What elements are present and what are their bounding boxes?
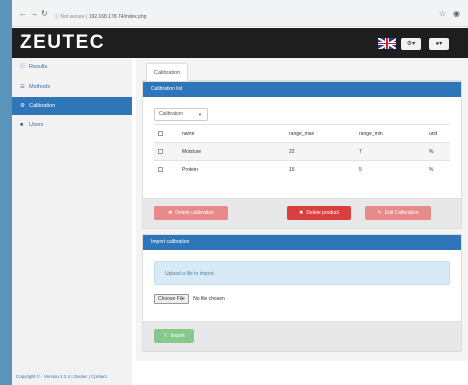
circle-info-icon: ⓘ	[20, 64, 26, 70]
gear-icon: ⚙	[20, 103, 25, 109]
forward-arrow-icon[interactable]: →	[30, 9, 38, 18]
back-arrow-icon[interactable]: ←	[19, 9, 27, 18]
button-label: Delete product	[306, 210, 339, 216]
choose-file-button[interactable]: Choose File	[154, 294, 189, 304]
caret-icon: ▾	[412, 41, 416, 47]
app-navbar: ZEUTEC ⚙▾ ●▾	[12, 28, 468, 58]
browser-window: ← → ↻ ⓘ Not secure | 192.168.178.74/inde…	[12, 0, 468, 385]
sidebar-item-label: Users	[29, 122, 44, 128]
sidebar-item-results[interactable]: ⓘ Results	[12, 58, 132, 76]
calibration-select[interactable]: Calibration ▼	[154, 108, 208, 121]
button-label: Delete calibration	[175, 210, 214, 216]
profile-icon[interactable]: ◉	[453, 9, 460, 18]
panel-title: Calibration list	[143, 82, 461, 97]
table-row[interactable]: Moisture 22 7 %	[154, 142, 450, 161]
select-all-checkbox[interactable]	[158, 130, 163, 136]
zeutec-link[interactable]: Zeutec	[74, 374, 88, 379]
row-checkbox-cell	[154, 160, 178, 179]
import-calibration-panel: Import calibration Upload a file to impo…	[142, 234, 462, 352]
delete-product-button[interactable]: ✖ Delete product	[287, 206, 351, 220]
sidebar-item-label: Calibration	[29, 103, 56, 109]
button-label: Import	[170, 333, 185, 339]
settings-dropdown[interactable]: ⚙▾	[401, 38, 421, 50]
close-icon: ✖	[168, 210, 173, 216]
delete-calibration-button[interactable]: ✖ Delete calibration	[154, 206, 228, 220]
copyright-text: Copyright © - Version 2.2.4 |	[16, 374, 74, 379]
brand-logo[interactable]: ZEUTEC	[20, 32, 105, 54]
cell-range-max: 15	[285, 160, 355, 179]
page-footer: Copyright © - Version 2.2.4 | Zeutec | C…	[16, 374, 107, 379]
file-input: Choose File No file chosen	[154, 293, 225, 305]
column-header: unit	[425, 124, 450, 143]
close-icon: ✖	[299, 210, 304, 216]
browser-toolbar: ← → ↻ ⓘ Not secure | 192.168.178.74/inde…	[12, 0, 468, 27]
row-checkbox[interactable]	[158, 166, 163, 172]
user-dropdown[interactable]: ●▾	[429, 38, 449, 50]
sidebar-item-calibration[interactable]: ⚙ Calibration	[12, 97, 132, 115]
cell-name: Moisture	[178, 142, 285, 161]
column-header: range_min	[355, 124, 425, 143]
cell-range-min: 5	[355, 160, 425, 179]
table-header-row: name range_max range_min unit	[154, 124, 450, 143]
edit-icon: ✎	[377, 210, 382, 216]
edit-calibration-button[interactable]: ✎ Edit Calibration	[365, 206, 431, 220]
upload-icon: ⇧	[163, 333, 168, 339]
bookmark-star-icon[interactable]: ☆	[439, 9, 446, 18]
contact-link[interactable]: Contact	[91, 374, 107, 379]
uk-flag-icon[interactable]	[378, 38, 396, 49]
calibration-list-panel: Calibration list Calibration ▼ name rang…	[142, 81, 462, 229]
sidebar-item-methods[interactable]: ☰ Methods	[12, 78, 132, 96]
list-icon: ☰	[20, 84, 25, 90]
reload-icon[interactable]: ↻	[41, 9, 48, 18]
calibration-table: name range_max range_min unit Moisture 2…	[154, 124, 450, 179]
caret-down-icon: ▼	[198, 112, 202, 117]
import-button[interactable]: ⇧ Import	[154, 329, 194, 343]
user-icon: ■	[20, 122, 24, 128]
security-label: Not secure	[60, 14, 85, 20]
no-file-label: No file chosen	[193, 296, 225, 302]
main-content: Calibration Calibration list Calibration…	[136, 58, 468, 361]
cell-unit: %	[425, 160, 450, 179]
panel-title: Import calibration	[143, 235, 461, 250]
select-all-checkbox-cell	[154, 124, 178, 143]
url-text: 192.168.178.74/index.php	[88, 14, 147, 20]
tab-calibration[interactable]: Calibration	[146, 63, 189, 81]
row-checkbox-cell	[154, 142, 178, 161]
cell-name: Protein	[178, 160, 285, 179]
cell-unit: %	[425, 142, 450, 161]
address-bar[interactable]: ⓘ Not secure | 192.168.178.74/index.php	[54, 11, 147, 23]
sidebar: ⓘ Results ☰ Methods ⚙ Calibration ■ Users	[12, 58, 132, 385]
sidebar-item-users[interactable]: ■ Users	[12, 116, 132, 134]
cell-range-min: 7	[355, 142, 425, 161]
column-header: name	[178, 124, 285, 143]
upload-info-alert: Upload a file to import.	[154, 261, 450, 285]
select-value: Calibration	[159, 111, 183, 117]
panel-footer: ✖ Delete calibration ✖ Delete product ✎ Edi…	[143, 198, 461, 228]
button-label: Edit Calibration	[384, 210, 419, 216]
sidebar-item-label: Results	[29, 64, 48, 70]
sidebar-item-label: Methods	[29, 84, 51, 90]
table-row[interactable]: Protein 15 5 %	[154, 160, 450, 179]
row-checkbox[interactable]	[158, 148, 163, 154]
caret-icon: ▾	[439, 41, 443, 47]
column-header: range_max	[285, 124, 355, 143]
cell-range-max: 22	[285, 142, 355, 161]
info-icon: ⓘ	[54, 14, 60, 20]
panel-footer: ⇧ Import	[143, 321, 461, 351]
